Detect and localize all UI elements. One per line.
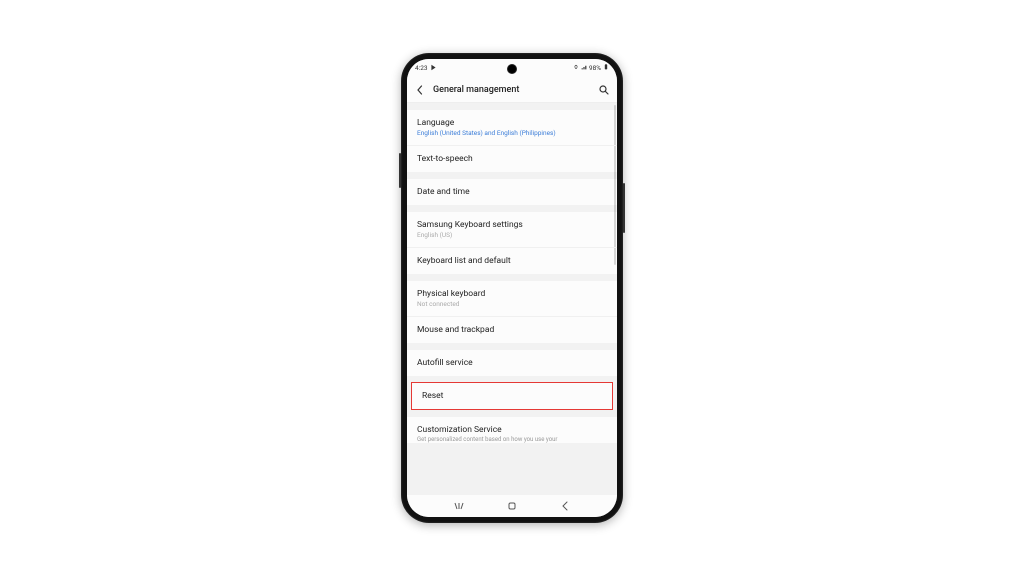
power-button [623,183,625,233]
item-title: Samsung Keyboard settings [417,220,607,230]
page-title: General management [433,85,591,95]
item-title: Mouse and trackpad [417,325,607,335]
home-icon[interactable] [506,500,518,512]
signal-icon [581,64,587,72]
item-title: Language [417,118,607,128]
item-title: Text-to-speech [417,154,607,164]
back-nav-icon[interactable] [559,500,571,512]
battery-text: 98% [589,64,601,72]
search-icon[interactable] [599,85,609,95]
settings-group: Samsung Keyboard settings English (US) K… [407,212,617,274]
volume-button [399,153,401,188]
settings-item-tts[interactable]: Text-to-speech [407,146,617,172]
settings-group: Autofill service [407,350,617,376]
settings-item-autofill[interactable]: Autofill service [407,350,617,376]
phone-frame: 4:23 98% Genera [401,53,623,523]
settings-item-mouse[interactable]: Mouse and trackpad [407,317,617,343]
settings-group: Language English (United States) and Eng… [407,110,617,172]
screen: 4:23 98% Genera [407,59,617,517]
battery-icon [603,64,609,72]
item-subtitle: English (US) [417,231,607,239]
item-title: Reset [422,391,602,401]
highlighted-reset: Reset [411,382,613,410]
item-title: Customization Service [417,425,607,435]
back-icon[interactable] [415,85,425,95]
settings-item-language[interactable]: Language English (United States) and Eng… [407,110,617,146]
item-title: Autofill service [417,358,607,368]
item-subtitle: English (United States) and English (Phi… [417,129,607,137]
settings-group: Physical keyboard Not connected Mouse an… [407,281,617,343]
front-camera [507,64,517,74]
settings-item-reset[interactable]: Reset [412,383,612,409]
recents-icon[interactable] [453,500,465,512]
item-title: Physical keyboard [417,289,607,299]
wifi-icon [573,64,579,72]
settings-item-physical-keyboard[interactable]: Physical keyboard Not connected [407,281,617,317]
settings-group: Date and time [407,179,617,205]
item-title: Keyboard list and default [417,256,607,266]
settings-item-keyboard-list[interactable]: Keyboard list and default [407,248,617,274]
app-header: General management [407,77,617,103]
settings-item-samsung-keyboard[interactable]: Samsung Keyboard settings English (US) [407,212,617,248]
item-subtitle: Not connected [417,300,607,308]
item-title: Date and time [417,187,607,197]
settings-item-customization[interactable]: Customization Service Get personalized c… [407,417,617,443]
settings-content: Language English (United States) and Eng… [407,103,617,495]
item-subtitle: Get personalized content based on how yo… [417,436,607,443]
play-icon [430,64,437,73]
navigation-bar [407,495,617,517]
status-time: 4:23 [415,64,428,72]
settings-item-date-time[interactable]: Date and time [407,179,617,205]
